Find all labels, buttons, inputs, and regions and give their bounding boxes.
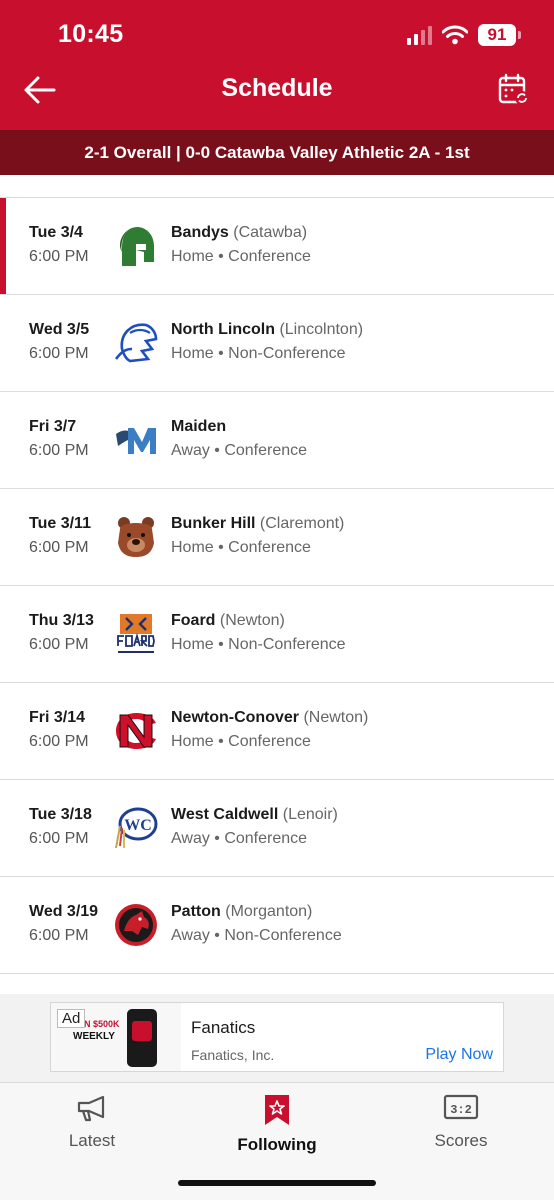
game-date: Fri 3/14	[29, 709, 86, 726]
spartan-helmet-logo-icon	[120, 226, 154, 266]
ad-phone-graphic	[127, 1009, 157, 1067]
opponent-city: (Morganton)	[225, 903, 313, 920]
megaphone-icon	[77, 1095, 105, 1122]
game-date: Fri 3/7	[29, 418, 77, 435]
scoreboard-icon: 3:2	[443, 1094, 479, 1120]
tab-scores[interactable]: 3:2 Scores	[386, 1093, 536, 1151]
calendar-sync-button[interactable]	[498, 73, 530, 107]
game-date: Wed 3/5	[29, 321, 90, 338]
game-time: 6:00 PM	[29, 636, 89, 653]
page-title: Schedule	[221, 74, 333, 102]
ad-title: Fanatics	[191, 1018, 256, 1037]
schedule-list: Tue 3/4 6:00 PM Bandys (Catawba) Home • …	[0, 198, 554, 974]
opponent-name: Maiden	[171, 418, 227, 435]
game-date: Tue 3/11	[29, 515, 91, 532]
game-time: 6:00 PM	[29, 927, 89, 944]
game-meta: Home • Conference	[171, 539, 311, 556]
knight-helmet-logo-icon	[114, 323, 158, 363]
cellular-signal-icon	[407, 25, 432, 45]
ad-promo-text: WEEKLY	[73, 1031, 115, 1042]
opponent-name: Newton-Conover (Newton)	[171, 709, 369, 726]
opponent-name: Bunker Hill (Claremont)	[171, 515, 345, 532]
bear-head-logo-icon	[118, 517, 154, 557]
game-time: 6:00 PM	[29, 733, 89, 750]
game-date: Tue 3/18	[29, 806, 92, 823]
battery-indicator: 91	[478, 24, 521, 46]
opponent-city: (Newton)	[303, 709, 369, 726]
game-meta: Home • Non-Conference	[171, 636, 346, 653]
game-time: 6:00 PM	[29, 345, 89, 362]
game-date: Thu 3/13	[29, 612, 94, 629]
home-indicator	[178, 1180, 376, 1186]
list-spacer	[0, 175, 554, 198]
ad-advertiser: Fanatics, Inc.	[191, 1047, 275, 1063]
calendar-sync-icon	[498, 73, 529, 105]
status-icons: 91	[407, 24, 521, 46]
game-date: Tue 3/4	[29, 224, 83, 241]
tab-label: Following	[237, 1135, 317, 1154]
game-date: Wed 3/19	[29, 903, 99, 920]
panther-circle-logo-icon	[115, 904, 157, 946]
status-time: 10:45	[58, 20, 124, 48]
game-meta: Home • Conference	[171, 733, 311, 750]
opponent-city: (Catawba)	[233, 224, 308, 241]
ad-cta-button[interactable]: Play Now	[425, 1046, 493, 1064]
opponent-city: (Lincolnton)	[279, 321, 364, 338]
ad-container: WIN $500K WEEKLY Ad Fanatics Fanatics, I…	[0, 994, 554, 1082]
tab-following[interactable]: Following	[202, 1093, 352, 1155]
game-row[interactable]: Wed 3/5 6:00 PM North Lincoln (Lincolnto…	[0, 295, 554, 392]
svg-text:WC: WC	[124, 817, 152, 834]
opponent-name: Patton (Morganton)	[171, 903, 313, 920]
foard-tiger-logo-icon	[116, 614, 156, 653]
ad-image: WIN $500K WEEKLY Ad	[51, 1003, 181, 1071]
top-bar: 10:45 91 Schedule	[0, 0, 554, 130]
opponent-name: West Caldwell (Lenoir)	[171, 806, 338, 823]
game-row[interactable]: Fri 3/7 6:00 PM Maiden Away • Conference	[0, 392, 554, 489]
opponent-city: (Lenoir)	[282, 806, 338, 823]
ad-banner[interactable]: WIN $500K WEEKLY Ad Fanatics Fanatics, I…	[50, 1002, 504, 1072]
game-meta: Home • Non-Conference	[171, 345, 346, 362]
game-meta: Away • Non-Conference	[171, 927, 342, 944]
game-time: 6:00 PM	[29, 539, 89, 556]
game-meta: Away • Conference	[171, 830, 308, 847]
maiden-m-logo-icon	[116, 428, 156, 454]
tab-label: Latest	[68, 1131, 116, 1150]
nc-monogram-logo-icon	[116, 713, 156, 749]
ad-badge: Ad	[57, 1009, 86, 1028]
game-meta: Away • Conference	[171, 442, 308, 459]
game-time: 6:00 PM	[29, 442, 89, 459]
tab-latest[interactable]: Latest	[17, 1093, 167, 1151]
opponent-city: (Newton)	[219, 612, 285, 629]
tab-label: Scores	[434, 1131, 488, 1150]
game-meta: Home • Conference	[171, 248, 311, 265]
opponent-name: Bandys (Catawba)	[171, 224, 308, 241]
opponent-city: (Claremont)	[259, 515, 345, 532]
game-row[interactable]: Wed 3/19 6:00 PM Patton (Morganton) Away…	[0, 877, 554, 974]
opponent-name: North Lincoln (Lincolnton)	[171, 321, 364, 338]
game-row[interactable]: Tue 3/18 6:00 PM WC West Caldwell (Lenoi…	[0, 780, 554, 877]
bookmark-star-icon	[265, 1095, 289, 1125]
game-row[interactable]: Tue 3/4 6:00 PM Bandys (Catawba) Home • …	[0, 198, 554, 295]
game-row[interactable]: Thu 3/13 6:00 PM Foard (Newton) Home • N…	[0, 586, 554, 683]
game-time: 6:00 PM	[29, 248, 89, 265]
wc-circle-logo-icon: WC	[115, 807, 158, 849]
game-row[interactable]: Tue 3/11 6:00 PM Bunker Hill (Claremont)…	[0, 489, 554, 586]
wifi-icon	[442, 25, 468, 45]
team-record-bar: 2-1 Overall | 0-0 Catawba Valley Athleti…	[0, 130, 554, 175]
opponent-name: Foard (Newton)	[171, 612, 285, 629]
game-time: 6:00 PM	[29, 830, 89, 847]
schedule-screen: 10:45 91 Schedule 2-1 Overall | 0-0 Cata…	[0, 0, 554, 1200]
game-row[interactable]: Fri 3/14 6:00 PM Newton-Conover (Newton)…	[0, 683, 554, 780]
svg-text:3:2: 3:2	[450, 1103, 472, 1117]
